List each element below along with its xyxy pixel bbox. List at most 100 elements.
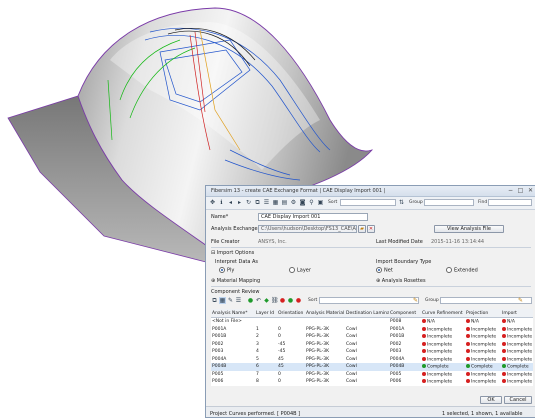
copy-icon[interactable]: ⧉ [211,297,218,304]
table-cell-orient: -45 [278,349,286,355]
table-row[interactable]: P005 7 0 PPG-PL-3K Cowl P005 Incomplete Incompl… [211,371,533,379]
project-icon[interactable]: ◆ [263,297,270,304]
status-text: Incomplete [427,349,453,355]
layer-label: Layer [297,267,311,274]
list-icon[interactable]: ☰ [263,199,270,206]
table-cell-curve: Incomplete [421,326,465,334]
net-radio[interactable]: Net [376,267,393,274]
table-row[interactable]: <Not in File> P008 N/A N/A N/A [211,318,533,326]
import-icon[interactable]: ● [287,297,294,304]
sort-dropdown[interactable] [319,297,419,304]
table-row[interactable]: P001A 1 0 PPG-PL-3K Cowl P001A Incomplete Incom… [211,326,533,334]
table-cell-orient: -45 [278,341,286,347]
title-bar[interactable]: Fibersim 13 - create CAE Exchange Format… [206,186,535,197]
chart-icon[interactable]: ▤ [281,199,288,206]
column-header[interactable]: Analysis Material [305,309,345,318]
table-cell-material: PPG-PL-3K [306,334,330,340]
curve-icon[interactable]: ↶ [255,297,262,304]
column-header[interactable]: Layer Id [255,309,277,318]
column-header[interactable]: Curve Refinement [421,309,465,318]
column-header[interactable]: Destination Laminate [345,309,389,318]
table-cell-comp: P006 [390,379,402,385]
table-cell-orient: 0 [278,326,281,332]
extended-radio[interactable]: Extended [446,267,478,274]
browse-folder-icon[interactable]: ▰ [358,225,366,233]
reject-icon[interactable]: ● [295,297,302,304]
ply-radio[interactable]: Ply [219,267,234,274]
forward-icon[interactable]: ▸ [236,199,243,206]
analysis-rosettes-header: Analysis Rosettes [381,278,426,284]
table-cell-name: P001A [212,326,227,332]
edit-sort-icon[interactable]: ✎ [412,297,419,304]
edit-group-icon[interactable]: ✎ [517,297,524,304]
sort-dropdown[interactable] [340,199,396,206]
run-icon[interactable]: ● [247,297,254,304]
grid-icon[interactable]: ▦ [272,199,279,206]
column-header[interactable]: Projection [465,309,501,318]
status-text: Incomplete [471,342,497,347]
column-header[interactable]: Analysis Name* [211,309,255,318]
sort-label: Sort [328,200,338,205]
table-row[interactable]: P004A 5 45 PPG-PL-3K Cowl P004A Incomplete Inco… [211,356,533,364]
pin-icon[interactable]: ⚲ [308,199,315,206]
analysis-rosettes-toggle[interactable]: ⊕ Analysis Rosettes [376,278,426,284]
material-mapping-toggle[interactable]: ⊕ Material Mapping [211,278,260,284]
settings-icon[interactable]: ⚙ [290,199,297,206]
move-icon[interactable]: ✥ [209,199,216,206]
camera-icon[interactable]: ◙ [299,199,306,206]
column-header[interactable]: Import [501,309,533,318]
table-cell-dest: Cowl [346,341,357,347]
table-view-icon[interactable]: ▦ [219,297,226,304]
complete-status-icon [422,364,426,368]
maximize-button[interactable]: □ [516,187,525,194]
link-icon[interactable]: ⛓ [271,297,279,304]
table-cell-name: P004B [211,363,255,371]
view-analysis-file-button[interactable]: View Analysis File [434,225,504,233]
minimize-button[interactable]: − [506,187,515,194]
group-dropdown[interactable] [424,199,474,206]
status-text: Incomplete [427,379,453,385]
back-icon[interactable]: ◂ [227,199,234,206]
table-row[interactable]: P006 8 0 PPG-PL-3K Cowl P006 Incomplete Incompl… [211,378,533,386]
incomplete-status-icon [502,341,506,346]
table-row[interactable]: P004B 6 45 PPG-PL-3K Cowl P004B Complete Comple… [211,363,533,371]
table-cell-layer: 7 [256,371,259,377]
table-cell-proj: Incomplete [465,378,501,386]
table-cell-name: P004A [212,356,227,362]
table-row[interactable]: P001B 2 0 PPG-PL-3K Cowl P001B Incomplete Incom… [211,333,533,341]
close-button[interactable]: ✕ [526,187,535,194]
exchange-file-field[interactable]: C:\Users\hudson\Desktop\FS13_CAE\ACP\vCS… [258,225,357,233]
column-header[interactable]: Orientation [277,309,305,318]
ok-button[interactable]: OK [480,396,502,404]
column-header[interactable]: Component [389,309,421,318]
incomplete-status-icon [466,326,470,331]
status-text: Incomplete [427,357,453,362]
clear-file-icon[interactable]: ✕ [367,225,375,233]
table-cell-material: PPG-PL-3K [306,379,330,385]
import-options-toggle[interactable]: ⊟ Import Options [211,250,254,256]
name-field[interactable]: CAE Display Import 001 [258,213,368,221]
info-icon[interactable]: ℹ [218,199,225,206]
not-applicable-icon [422,319,426,323]
table-cell-imp: Incomplete [501,326,533,334]
ply-label: Ply [227,267,235,274]
table-cell-orient: 0 [278,334,281,340]
stop-icon[interactable]: ● [279,297,286,304]
status-text: Incomplete [427,334,453,340]
refresh-icon[interactable]: ↻ [245,199,252,206]
table-cell-dest: Cowl [346,379,357,385]
list-view-icon[interactable]: ☰ [235,297,242,304]
table-cell-imp: Incomplete [501,341,533,349]
layer-radio[interactable]: Layer [289,267,311,274]
edit-icon[interactable]: ✎ [227,297,234,304]
table-row[interactable]: P003 4 -45 PPG-PL-3K Cowl P003 Incomplete Incom… [211,348,533,356]
table-row[interactable]: P002 3 -45 PPG-PL-3K Cowl P002 Incomplete Incom… [211,341,533,349]
table-cell-proj: Incomplete [465,371,501,379]
layout-icon[interactable]: ▣ [317,199,324,206]
table-cell-name: P003 [212,349,224,355]
status-text: Incomplete [427,327,453,332]
find-input[interactable] [488,199,532,206]
cancel-button[interactable]: Cancel [504,396,532,404]
copy-icon[interactable]: ⧉ [254,199,261,206]
sort-direction-icon[interactable]: ⇅ [398,199,405,206]
